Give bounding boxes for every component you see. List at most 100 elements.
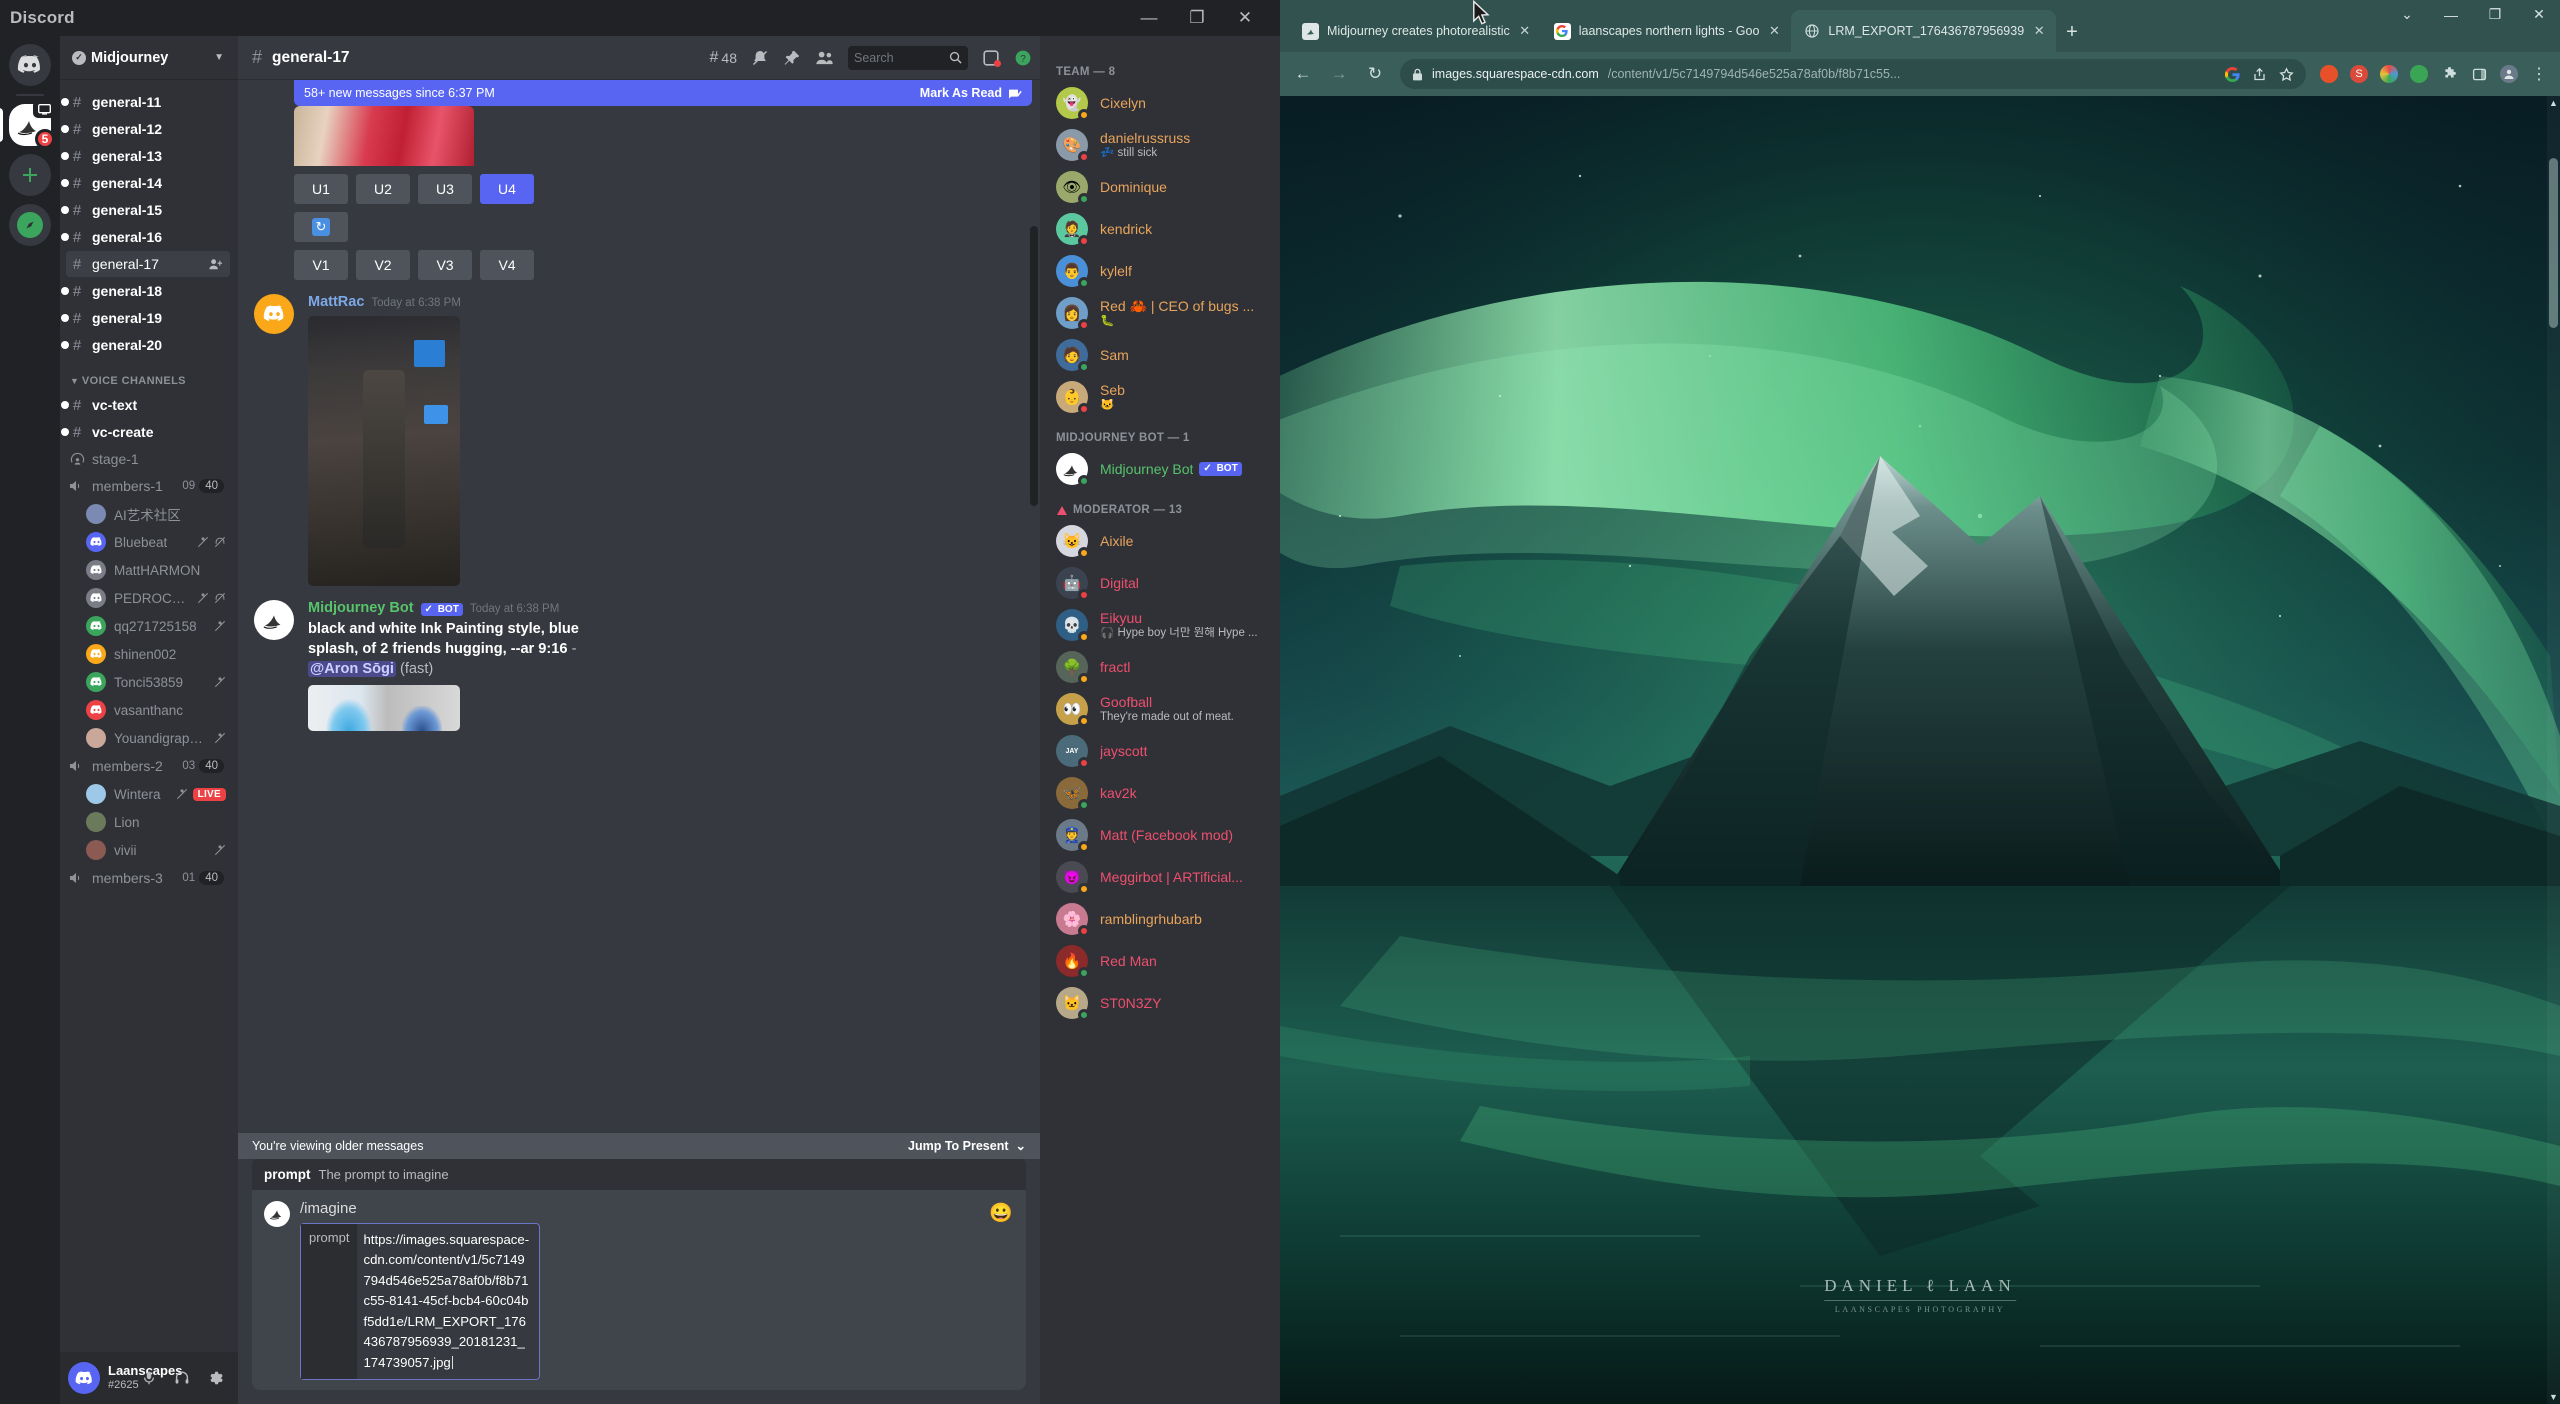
- close-icon[interactable]: ✕: [1767, 23, 1781, 39]
- channel-list[interactable]: # general-11 # general-12 # general-13 #…: [60, 80, 238, 1352]
- message-result-image[interactable]: [308, 685, 460, 732]
- avatar[interactable]: [68, 1362, 100, 1394]
- threads-icon[interactable]: # 48: [710, 49, 737, 67]
- avast-extension-icon[interactable]: [2320, 65, 2338, 83]
- variation-v4-button[interactable]: V4: [480, 250, 534, 280]
- browser-tab-lrm-export[interactable]: LRM_EXPORT_176436787956939 ✕: [1791, 10, 2057, 52]
- new-tab-button[interactable]: +: [2066, 21, 2078, 44]
- command-argument[interactable]: prompt https://images.squarespace-cdn.co…: [300, 1222, 540, 1380]
- message-author[interactable]: Midjourney Bot: [308, 600, 414, 616]
- sidebar-channel-general-19[interactable]: # general-19: [61, 305, 230, 331]
- close-button[interactable]: ✕: [1234, 8, 1256, 28]
- sidebar-channel-general-15[interactable]: # general-15: [61, 197, 230, 223]
- scroll-down-icon[interactable]: ▼: [2548, 1392, 2559, 1402]
- voice-member-mattharmon[interactable]: MattHARMON: [82, 557, 230, 583]
- green-extension-icon[interactable]: [2410, 65, 2428, 83]
- message-composer[interactable]: /imagine prompt https://images.squarespa…: [252, 1189, 1026, 1390]
- older-messages-bar[interactable]: You're viewing older messages Jump To Pr…: [238, 1132, 1040, 1159]
- emoji-icon[interactable]: 😀: [988, 1200, 1014, 1226]
- page-scrollbar[interactable]: ▲ ▼: [2547, 96, 2560, 1404]
- profile-avatar[interactable]: [2500, 65, 2518, 83]
- member-row-matt-facebook-mod[interactable]: 👮 Matt (Facebook mod): [1048, 814, 1272, 856]
- upscale-u4-button[interactable]: U4: [480, 174, 534, 204]
- maximize-button[interactable]: ❐: [1186, 8, 1208, 28]
- message-attachment-image[interactable]: [308, 316, 460, 586]
- category-voice-channels[interactable]: ▼ VOICE CHANNELS: [60, 359, 238, 391]
- inbox-icon[interactable]: [982, 49, 1001, 67]
- voice-member-wintera[interactable]: Wintera LIVE: [82, 781, 230, 807]
- puzzle-extension-icon[interactable]: [2440, 65, 2458, 83]
- member-row-goofball[interactable]: 👀 Goofball They're made out of meat.: [1048, 688, 1272, 730]
- discord-window-controls[interactable]: — ❐ ✕: [1138, 8, 1270, 28]
- reload-icon[interactable]: ↻: [1364, 64, 1386, 84]
- member-row-kylelf[interactable]: 👨 kylelf: [1048, 250, 1272, 292]
- voice-member-shinen002[interactable]: shinen002: [82, 641, 230, 667]
- member-row-eikyuu[interactable]: 💀 Eikyuu 🎧 Hype boy 너만 원해 Hype ...: [1048, 604, 1272, 646]
- sidebar-channel-members-3[interactable]: members-3 01 40: [66, 865, 230, 891]
- sidebar-channel-general-17[interactable]: # general-17: [66, 251, 230, 277]
- message-list[interactable]: U1 U2 U3 U4 ↻ V1 V2 V3 V4 MattRac Today …: [238, 106, 1040, 1159]
- chat-scrollbar[interactable]: [1030, 226, 1038, 506]
- sidebar-channel-general-16[interactable]: # general-16: [61, 224, 230, 250]
- voice-member-pedrocoelho[interactable]: PEDROCOELHO...: [82, 585, 230, 611]
- discord-home-icon[interactable]: [9, 44, 51, 86]
- new-messages-bar[interactable]: 58+ new messages since 6:37 PM Mark As R…: [294, 80, 1032, 106]
- url-bar[interactable]: images.squarespace-cdn.com /content/v1/5…: [1400, 59, 2306, 89]
- headset-icon[interactable]: [167, 1363, 197, 1393]
- google-icon[interactable]: [2225, 66, 2240, 82]
- minimize-button[interactable]: —: [1138, 8, 1160, 28]
- minimize-button[interactable]: —: [2440, 7, 2462, 23]
- sidebar-channel-general-11[interactable]: # general-11: [61, 89, 230, 115]
- member-row-ramblingrhubarb[interactable]: 🌸 ramblingrhubarb: [1048, 898, 1272, 940]
- voice-member-ai-art[interactable]: AI艺术社区: [82, 501, 230, 527]
- voice-member-vasanthanc[interactable]: vasanthanc: [82, 697, 230, 723]
- microphone-icon[interactable]: [134, 1363, 164, 1393]
- tab-search-icon[interactable]: ⌄: [2396, 6, 2418, 23]
- member-row-digital[interactable]: 🤖 Digital: [1048, 562, 1272, 604]
- upscale-u2-button[interactable]: U2: [356, 174, 410, 204]
- upscale-u3-button[interactable]: U3: [418, 174, 472, 204]
- members-icon[interactable]: [815, 49, 834, 67]
- sidebar-channel-vc-create[interactable]: # vc-create: [61, 419, 230, 445]
- scrollbar-thumb[interactable]: [2549, 158, 2558, 328]
- compass-icon[interactable]: [9, 204, 51, 246]
- voice-member-tonci53859[interactable]: Tonci53859: [82, 669, 230, 695]
- help-icon[interactable]: ?: [1014, 49, 1032, 67]
- star-icon[interactable]: [2279, 66, 2294, 82]
- reroll-button[interactable]: ↻: [294, 212, 348, 242]
- bell-muted-icon[interactable]: [751, 49, 769, 67]
- jump-to-present-button[interactable]: Jump To Present ⌄: [908, 1138, 1026, 1154]
- voice-member-lion[interactable]: Lion: [82, 809, 230, 835]
- member-row-red-man[interactable]: 🔥 Red Man: [1048, 940, 1272, 982]
- upscale-u1-button[interactable]: U1: [294, 174, 348, 204]
- avatar[interactable]: [254, 294, 294, 334]
- voice-member-vivii[interactable]: vivii: [82, 837, 230, 863]
- close-icon[interactable]: ✕: [2032, 23, 2046, 39]
- arrow-right-icon[interactable]: →: [1328, 64, 1350, 84]
- sidepanel-icon[interactable]: [2470, 65, 2488, 83]
- voice-member-youandigraphics[interactable]: Youandigraphics: [82, 725, 230, 751]
- close-icon[interactable]: ✕: [1518, 23, 1532, 39]
- sidebar-channel-stage-1[interactable]: stage-1: [66, 446, 230, 472]
- variation-v2-button[interactable]: V2: [356, 250, 410, 280]
- gear-icon[interactable]: [200, 1363, 230, 1393]
- guild-header[interactable]: ✓ Midjourney ▼: [60, 36, 238, 80]
- browser-tab-google-search[interactable]: laanscapes northern lights - Goo ✕: [1542, 10, 1792, 52]
- chevron-down-icon[interactable]: ▼: [214, 52, 224, 63]
- sidebar-channel-members-2[interactable]: members-2 03 40: [66, 753, 230, 779]
- member-row-meggirbot[interactable]: 😈 Meggirbot | ARTificial...: [1048, 856, 1272, 898]
- member-row-st0n3zy[interactable]: 🐱 ST0N3ZY: [1048, 982, 1272, 1024]
- browser-viewport[interactable]: DANIEL ℓ LAAN LAANSCAPES PHOTOGRAPHY ▲ ▼: [1280, 96, 2560, 1404]
- member-row-midjourney-bot[interactable]: Midjourney Bot ✓ BOT: [1048, 448, 1272, 490]
- midjourney-grid-image[interactable]: [294, 106, 474, 166]
- share-icon[interactable]: [2252, 67, 2267, 82]
- browser-window-controls[interactable]: ⌄ — ❐ ✕: [2396, 6, 2550, 23]
- user-mention[interactable]: @Aron Sōgi: [308, 661, 396, 678]
- member-row-danielrussruss[interactable]: 🎨 danielrussruss 💤 still sick: [1048, 124, 1272, 166]
- plus-icon[interactable]: [9, 154, 51, 196]
- variation-v3-button[interactable]: V3: [418, 250, 472, 280]
- member-row-red[interactable]: 👩 Red 🦀 | CEO of bugs ... 🐛: [1048, 292, 1272, 334]
- s-extension-icon[interactable]: S: [2350, 65, 2368, 83]
- member-row-aixile[interactable]: 😺 Aixile: [1048, 520, 1272, 562]
- pin-icon[interactable]: [783, 49, 801, 67]
